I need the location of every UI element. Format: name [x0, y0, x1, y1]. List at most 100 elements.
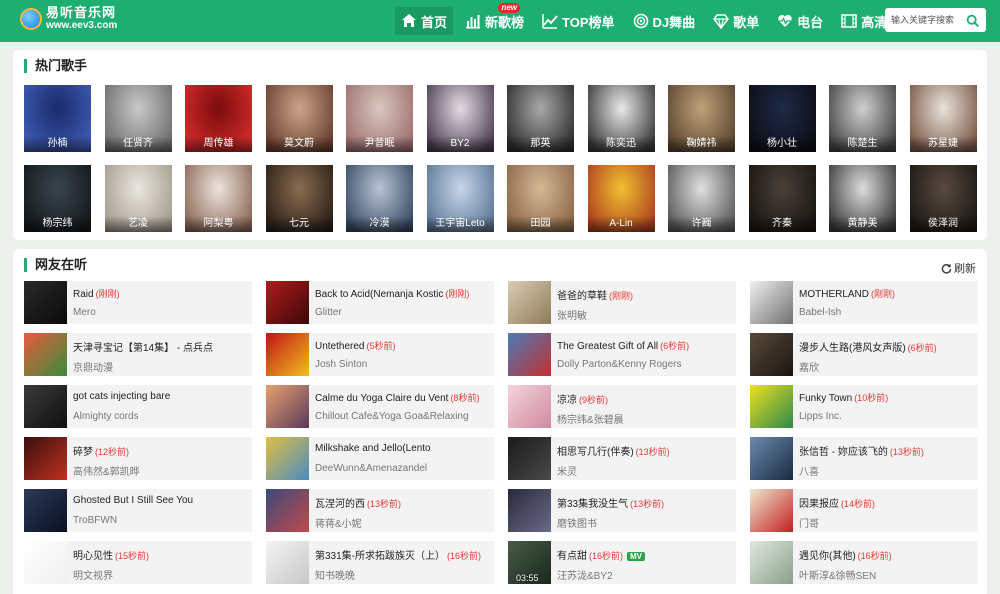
song-artist[interactable]: Chillout Cafe&Yoga Goa&Relaxing	[315, 411, 469, 422]
song-item[interactable]: 瓦涅河的西 (13秒前) 蒋蒋&小妮	[266, 489, 494, 532]
song-title-line: 因果报应 (14秒前)	[799, 495, 977, 510]
song-artist[interactable]: TroBFWN	[73, 515, 117, 526]
singer-card[interactable]: 冷漠	[346, 165, 413, 232]
nav-item-2[interactable]: TOP榜单	[536, 7, 621, 35]
nav-item-0[interactable]: 首页	[395, 7, 454, 35]
song-item[interactable]: Funky Town (10秒前) Lipps Inc.	[750, 385, 978, 428]
song-artist[interactable]: Mero	[73, 307, 96, 318]
search-icon[interactable]	[963, 11, 981, 29]
song-artist[interactable]: 汪苏泷&BY2	[557, 567, 613, 582]
song-artist[interactable]: 京鼎动漫	[73, 359, 113, 374]
song-cover	[24, 385, 67, 428]
search-input[interactable]	[885, 9, 963, 31]
song-artist[interactable]: Dolly Parton&Kenny Rogers	[557, 359, 682, 370]
singer-card[interactable]: 阿梨粤	[185, 165, 252, 232]
singer-card[interactable]: 杨宗纬	[24, 165, 91, 232]
song-title: 因果报应	[799, 499, 839, 510]
singer-card[interactable]: 陈奕迅	[587, 85, 655, 152]
site-logo[interactable]: 易听音乐网 www.eev3.com	[20, 6, 117, 31]
singer-card[interactable]: 那英	[507, 85, 574, 152]
song-item[interactable]: Back to Acid(Nemanja Kostic (刚刚) Glitter	[266, 281, 494, 324]
song-cover	[750, 333, 793, 376]
song-artist[interactable]: 明文视界	[73, 567, 113, 582]
singer-card[interactable]: 周传雄	[185, 85, 252, 152]
song-item[interactable]: 03:55 有点甜 (16秒前) MV 汪苏泷&BY2	[508, 541, 736, 584]
singer-card[interactable]: 陈楚生	[829, 85, 896, 152]
singer-card[interactable]: 莫文蔚	[265, 85, 333, 152]
singer-card[interactable]: BY2	[426, 85, 494, 152]
song-artist[interactable]: 八喜	[799, 463, 819, 478]
song-cover	[750, 385, 793, 428]
singer-card[interactable]: 任贤齐	[104, 85, 172, 152]
song-artist[interactable]: Babel-Ish	[799, 307, 841, 318]
singer-card[interactable]: 尹昔眠	[346, 85, 413, 152]
singer-card[interactable]: A-Lin	[587, 165, 655, 232]
played-ago: (13秒前)	[889, 447, 924, 457]
song-item[interactable]: Untethered (5秒前) Josh Sinton	[266, 333, 494, 376]
song-item[interactable]: 碎梦 (12秒前) 高伟然&郭凯晔	[24, 437, 252, 480]
song-artist[interactable]: Glitter	[315, 307, 342, 318]
singer-card[interactable]: 许巍	[668, 165, 735, 232]
song-artist[interactable]: Lipps Inc.	[799, 411, 842, 422]
singer-card[interactable]: 艺凌	[104, 165, 172, 232]
song-title: 明心见性	[73, 551, 113, 562]
song-item[interactable]: Ghosted But I Still See You TroBFWN	[24, 489, 252, 532]
song-title: 第331集-所求拓跋族灭（上）	[315, 551, 446, 562]
singer-card[interactable]: 田园	[507, 165, 574, 232]
nav-label: 新歌榜	[485, 14, 525, 30]
song-artist[interactable]: 杨宗纬&张碧晨	[557, 411, 624, 426]
singer-card[interactable]: 王宇宙Leto	[426, 165, 494, 232]
singer-card[interactable]: 鞠婧祎	[668, 85, 735, 152]
song-title-line: 瓦涅河的西 (13秒前)	[315, 495, 493, 510]
singer-card[interactable]: 苏星婕	[909, 85, 977, 152]
song-item[interactable]: 第331集-所求拓跋族灭（上） (16秒前) 知书晚晚	[266, 541, 494, 584]
song-item[interactable]: 遇见你(其他) (16秒前) 叶斯淳&徐畅SEN	[750, 541, 978, 584]
song-item[interactable]: MOTHERLAND (刚刚) Babel-Ish	[750, 281, 978, 324]
mv-badge[interactable]: MV	[627, 552, 646, 561]
song-artist[interactable]: 高伟然&郭凯晔	[73, 463, 140, 478]
song-item[interactable]: 因果报应 (14秒前) 门哥	[750, 489, 978, 532]
refresh-button[interactable]: 刷新	[941, 260, 976, 276]
song-artist[interactable]: 张明敏	[557, 307, 587, 322]
site-title: 易听音乐网	[46, 5, 117, 20]
nav-item-1[interactable]: 新歌榜 new	[459, 3, 530, 35]
singer-card[interactable]: 杨小壮	[748, 85, 816, 152]
song-item[interactable]: The Greatest Gift of All (6秒前) Dolly Parto…	[508, 333, 736, 376]
song-artist[interactable]: 知书晚晚	[315, 567, 355, 582]
song-artist[interactable]: 门哥	[799, 515, 819, 530]
nav-item-3[interactable]: DJ舞曲	[627, 7, 702, 35]
nav-item-5[interactable]: 电台	[771, 7, 829, 35]
nav-item-4[interactable]: 歌单	[707, 7, 765, 35]
singer-card[interactable]: 侯泽润	[909, 165, 977, 232]
song-artist[interactable]: 嘉欣	[799, 359, 819, 374]
song-item[interactable]: 明心见性 (15秒前) 明文视界	[24, 541, 252, 584]
song-item[interactable]: 凉凉 (9秒前) 杨宗纬&张碧晨	[508, 385, 736, 428]
nav-label: 首页	[421, 14, 448, 30]
song-item[interactable]: Raid (刚刚) Mero	[24, 281, 252, 324]
song-artist[interactable]: Almighty cords	[73, 411, 139, 422]
song-item[interactable]: 漫步人生路(港风女声版) (6秒前) 嘉欣	[750, 333, 978, 376]
song-item[interactable]: got cats injecting bare Almighty cords	[24, 385, 252, 428]
song-artist[interactable]: 米灵	[557, 463, 577, 478]
song-artist[interactable]: 蒋蒋&小妮	[315, 515, 362, 530]
singer-card[interactable]: 孙楠	[24, 85, 91, 152]
singer-card[interactable]: 齐秦	[748, 165, 816, 232]
song-item[interactable]: 第33集我没生气 (13秒前) 磨铁图书	[508, 489, 736, 532]
song-item[interactable]: 爸爸的草鞋 (刚刚) 张明敏	[508, 281, 736, 324]
song-artist[interactable]: 叶斯淳&徐畅SEN	[799, 567, 876, 582]
song-cover	[750, 437, 793, 480]
song-title: 张信哲 - 妳应该飞的	[799, 447, 888, 458]
song-item[interactable]: Calme du Yoga Claire du Vent (8秒前) Chillou…	[266, 385, 494, 428]
singer-card[interactable]: 七元	[265, 165, 333, 232]
song-item[interactable]: 张信哲 - 妳应该飞的 (13秒前) 八喜	[750, 437, 978, 480]
song-item[interactable]: Milkshake and Jello(Lento DeeWunn&Amenaza…	[266, 437, 494, 480]
song-item[interactable]: 相思写几行(伴奏) (13秒前) 米灵	[508, 437, 736, 480]
top-navbar: 易听音乐网 www.eev3.com 首页 新歌榜 new TOP榜单 DJ舞曲 歌单 电台…	[0, 0, 1000, 42]
song-artist[interactable]: 磨铁图书	[557, 515, 597, 530]
song-item[interactable]: 天津寻宝记【第14集】 - 点兵点 京鼎动漫	[24, 333, 252, 376]
song-artist[interactable]: Josh Sinton	[315, 359, 367, 370]
singer-card[interactable]: 黄静美	[829, 165, 896, 232]
song-artist[interactable]: DeeWunn&Amenazandel	[315, 463, 427, 474]
singer-name: 阿梨粤	[185, 216, 252, 232]
film-icon	[841, 13, 857, 29]
